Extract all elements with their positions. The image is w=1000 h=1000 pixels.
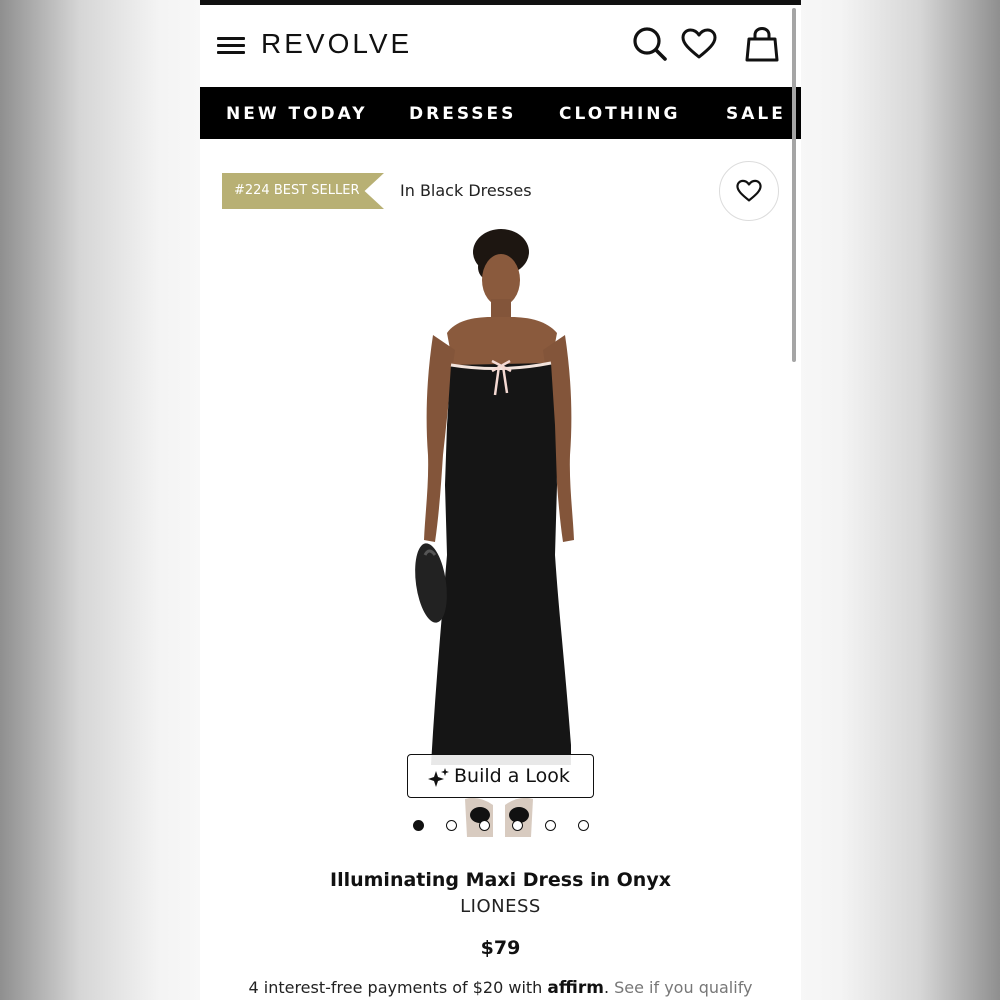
- top-border: [200, 0, 801, 5]
- nav-sale[interactable]: SALE: [726, 104, 786, 124]
- product-page: REVOLVE NEW TODAY DRESSES CLOTHING SALE …: [200, 0, 801, 1000]
- shopping-bag-icon[interactable]: [744, 26, 780, 62]
- carousel-dot[interactable]: [413, 820, 424, 831]
- category-nav: NEW TODAY DRESSES CLOTHING SALE: [200, 87, 801, 139]
- best-seller-category[interactable]: In Black Dresses: [400, 181, 532, 200]
- build-a-look-button[interactable]: Build a Look: [407, 754, 594, 798]
- heart-icon[interactable]: [681, 28, 717, 60]
- heart-icon: [736, 179, 762, 202]
- product-image[interactable]: [395, 225, 605, 837]
- best-seller-badge: #224 BEST SELLER: [222, 173, 384, 209]
- carousel-dot[interactable]: [578, 820, 589, 831]
- menu-icon[interactable]: [217, 37, 245, 55]
- carousel-dot[interactable]: [446, 820, 457, 831]
- brand-logo[interactable]: REVOLVE: [261, 28, 412, 60]
- product-title: Illuminating Maxi Dress in Onyx: [330, 869, 671, 891]
- nav-new-today[interactable]: NEW TODAY: [226, 104, 368, 124]
- build-a-look-label: Build a Look: [454, 765, 570, 787]
- product-brand[interactable]: LIONESS: [200, 896, 801, 917]
- add-to-wishlist-button[interactable]: [719, 161, 779, 221]
- affirm-logo: affirm: [547, 978, 604, 998]
- payment-info: 4 interest-free payments of $20 with aff…: [248, 978, 753, 998]
- search-icon[interactable]: [632, 24, 668, 64]
- payment-text: 4 interest-free payments of $20 with: [248, 978, 548, 997]
- nav-dresses[interactable]: DRESSES: [409, 104, 516, 124]
- scrollbar[interactable]: [792, 8, 796, 362]
- carousel-dot[interactable]: [545, 820, 556, 831]
- product-price: $79: [480, 937, 521, 959]
- nav-clothing[interactable]: CLOTHING: [559, 104, 680, 124]
- best-seller-rank: #224 BEST SELLER: [234, 183, 360, 198]
- see-if-you-qualify-link[interactable]: See if you qualify: [609, 978, 752, 997]
- carousel-dot[interactable]: [512, 820, 523, 831]
- carousel-dot[interactable]: [479, 820, 490, 831]
- sparkle-icon: [428, 768, 449, 787]
